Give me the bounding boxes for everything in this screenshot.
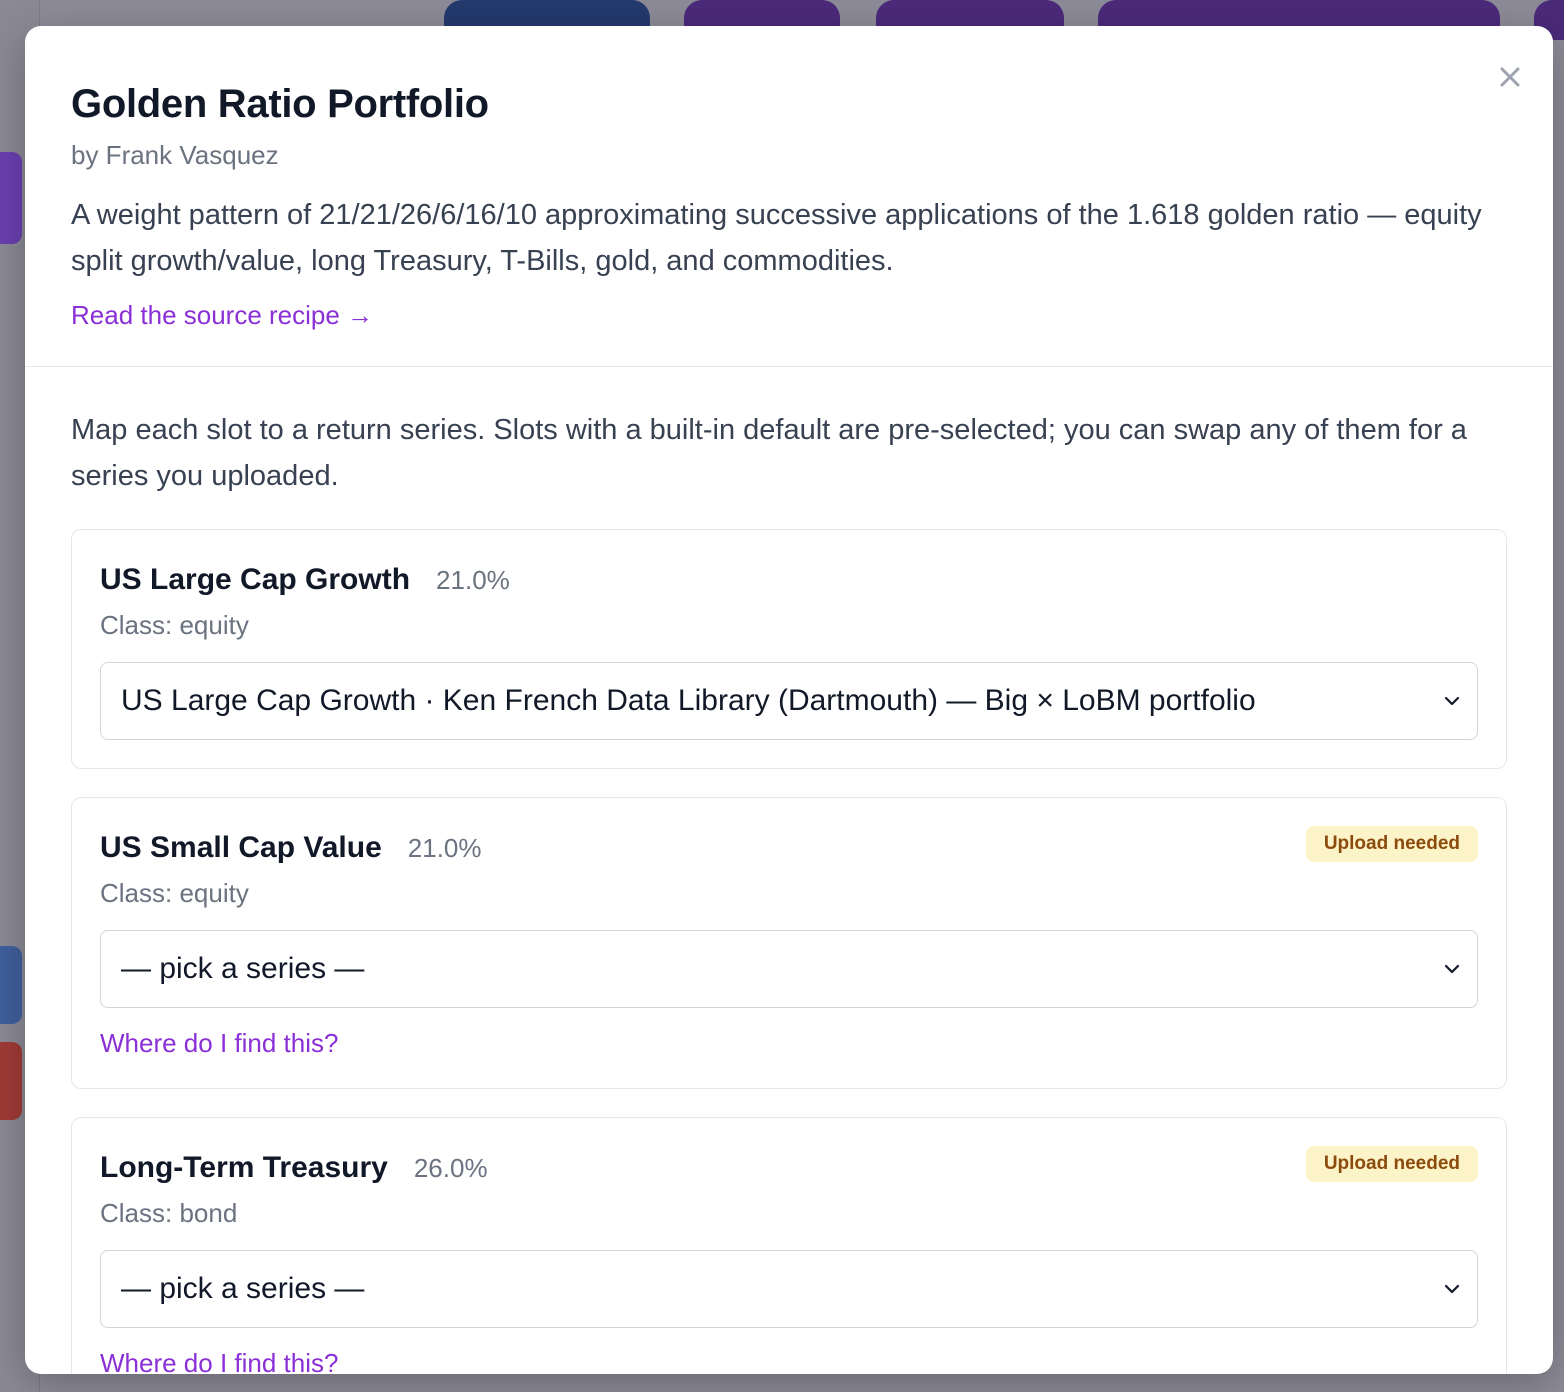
slot-card-us-small-cap-value: Upload needed US Small Cap Value 21.0% C… [71,797,1507,1089]
close-button[interactable] [1493,62,1527,96]
slot-class: Class: bond [100,1198,238,1228]
close-icon [1498,65,1522,94]
recipe-modal: Golden Ratio Portfolio by Frank Vasquez … [25,26,1553,1374]
chevron-down-icon [1443,692,1461,710]
chevron-down-icon [1443,1280,1461,1298]
slot-name: US Large Cap Growth [100,563,411,596]
slot-class: Class: equity [100,878,249,908]
series-select[interactable]: — pick a series — [100,1250,1478,1328]
recipe-description: A weight pattern of 21/21/26/6/16/10 app… [71,199,1482,277]
where-find-link[interactable]: Where do I find this? [100,1026,338,1060]
chevron-down-icon [1443,960,1461,978]
series-select-value: US Large Cap Growth · Ken French Data Li… [121,684,1256,717]
slot-name: Long-Term Treasury [100,1151,388,1184]
slot-class: Class: equity [100,610,249,640]
series-select-value: — pick a series — [121,1272,365,1305]
slot-card-us-large-cap-growth: US Large Cap Growth 21.0% Class: equity … [71,529,1507,769]
backdrop-side-button [0,152,22,244]
slot-weight: 21.0% [436,565,510,595]
where-find-link[interactable]: Where do I find this? [100,1346,338,1374]
backdrop-side-button [0,946,22,1024]
slot-name: US Small Cap Value [100,831,382,864]
slot-card-long-term-treasury: Upload needed Long-Term Treasury 26.0% C… [71,1117,1507,1374]
backdrop-side-button [0,1042,22,1120]
source-recipe-link[interactable]: Read the source recipe → [71,298,373,332]
modal-header: Golden Ratio Portfolio by Frank Vasquez … [25,26,1553,367]
slot-weight: 26.0% [413,1153,488,1183]
modal-title: Golden Ratio Portfolio [71,82,489,126]
recipe-author: by Frank Vasquez [71,140,279,170]
slot-weight: 21.0% [407,833,482,863]
mapping-intro: Map each slot to a return series. Slots … [71,414,1467,492]
modal-body: Map each slot to a return series. Slots … [25,367,1553,1374]
series-select[interactable]: — pick a series — [100,930,1478,1008]
upload-needed-badge: Upload needed [1305,1146,1478,1182]
series-select[interactable]: US Large Cap Growth · Ken French Data Li… [100,662,1478,740]
series-select-value: — pick a series — [121,952,365,985]
upload-needed-badge: Upload needed [1305,826,1478,862]
